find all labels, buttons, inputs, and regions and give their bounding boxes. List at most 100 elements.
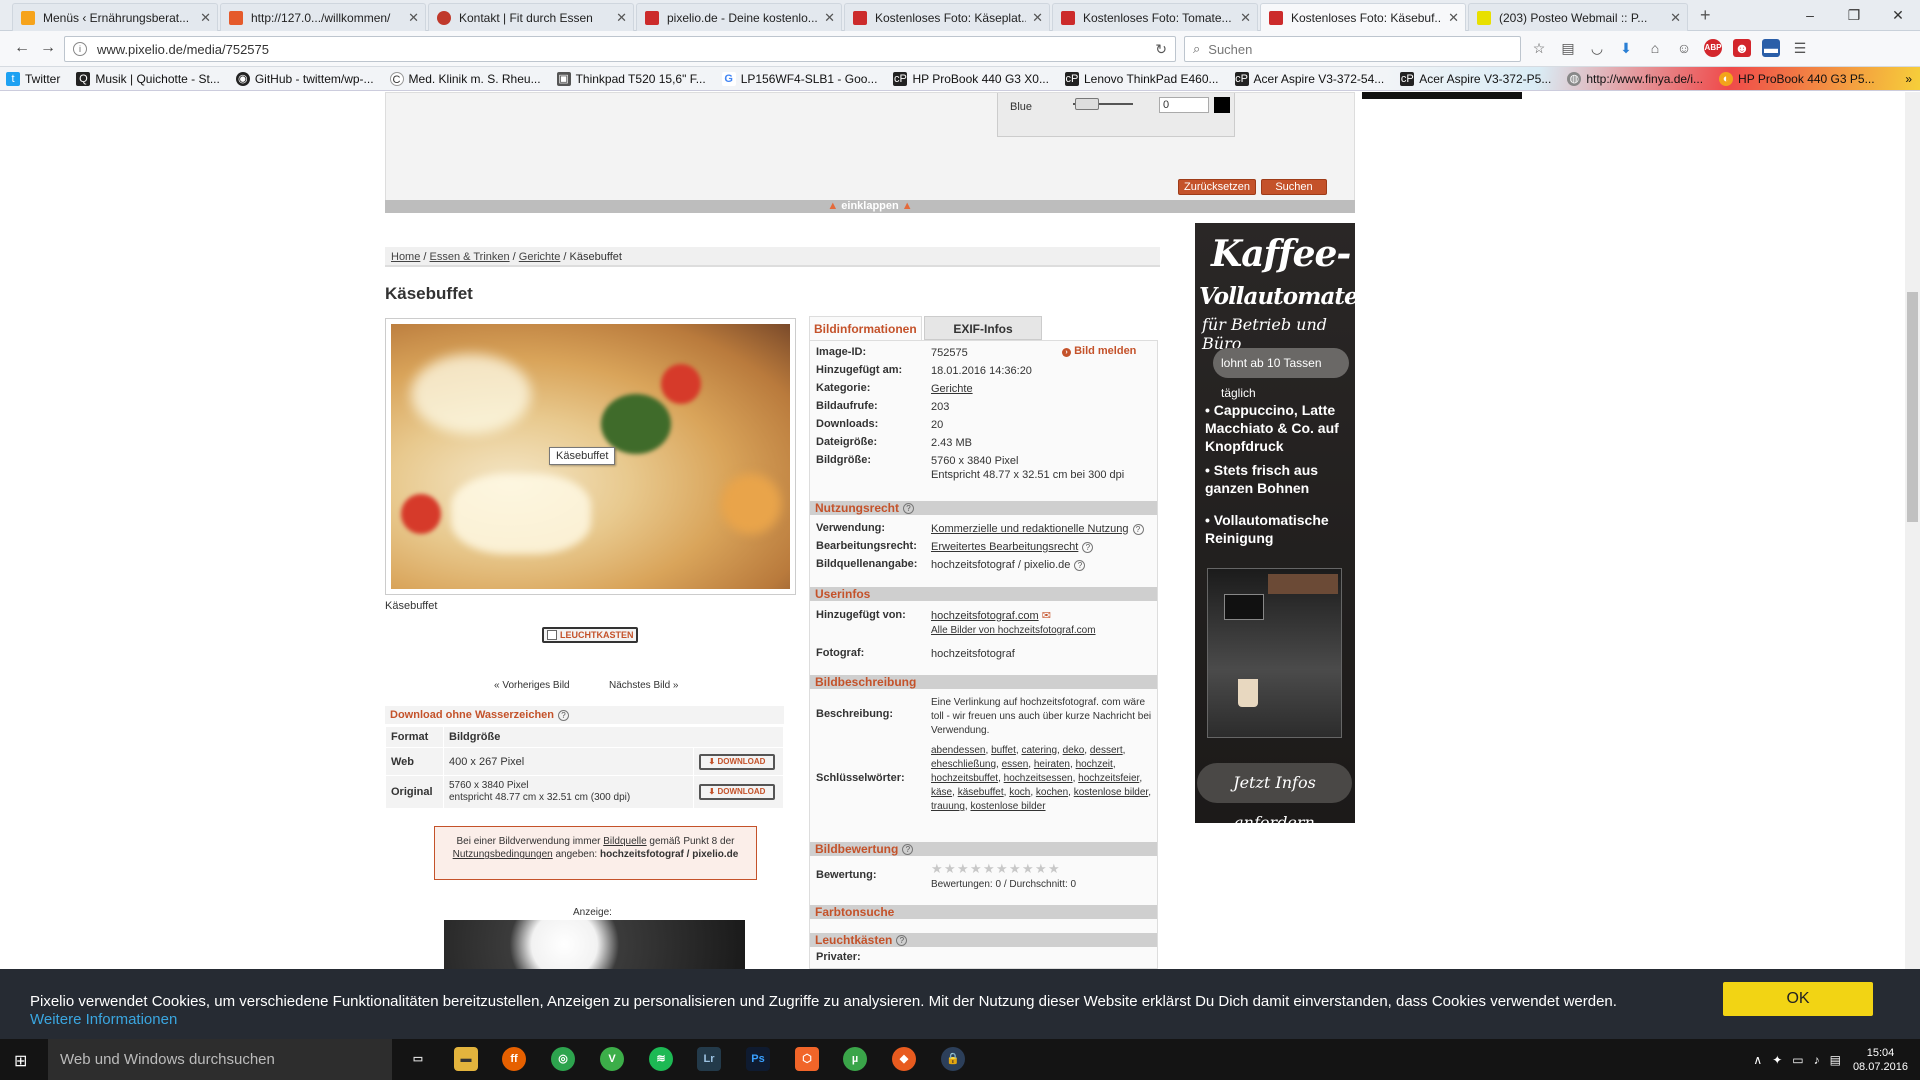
utorrent-icon[interactable]: µ [843, 1047, 867, 1071]
keyword-link[interactable]: buffet [991, 745, 1016, 756]
keyword-link[interactable]: eheschließung [931, 759, 996, 770]
keyword-link[interactable]: deko [1063, 745, 1085, 756]
bookmark-item[interactable]: cP HP ProBook 440 G3 X0... [893, 71, 1049, 86]
menu-icon[interactable]: ☰ [1791, 39, 1809, 57]
breadcrumb-category[interactable]: Essen & Trinken [430, 251, 510, 263]
user-link[interactable]: hochzeitsfotograf.com [931, 610, 1039, 622]
photoshop-icon[interactable]: Ps [746, 1047, 770, 1071]
blue-value-input[interactable]: 0 [1159, 97, 1209, 113]
keyword-link[interactable]: catering [1021, 745, 1057, 756]
all-images-link[interactable]: Alle Bilder von hochzeitsfotograf.com [931, 625, 1096, 636]
bookmark-item[interactable]: ◐ HP ProBook 440 G3 P5... [1719, 71, 1875, 86]
coffee-machine-ad[interactable]: Kaffee- Vollautomaten für Betrieb und Bü… [1195, 223, 1355, 823]
task-view-icon[interactable]: ▭ [406, 1047, 430, 1071]
rating-star-icon[interactable]: ★ [957, 862, 969, 875]
reload-icon[interactable]: ↻ [1155, 41, 1167, 58]
browser-search-input[interactable]: ⌕ Suchen [1184, 36, 1521, 62]
keyword-link[interactable]: hochzeitsbuffet [931, 773, 998, 784]
clock[interactable]: 15:04 08.07.2016 [1853, 1046, 1908, 1074]
close-tab-icon[interactable]: ✕ [616, 10, 627, 26]
help-icon[interactable]: ? [1074, 559, 1086, 571]
keyword-link[interactable]: hochzeitsfeier [1078, 773, 1139, 784]
bookmark-item[interactable]: ◍ http://www.finya.de/i... [1567, 71, 1703, 86]
tray-expand-icon[interactable]: ∧ [1753, 1053, 1762, 1067]
search-button[interactable]: Suchen [1261, 179, 1327, 195]
minimize-icon[interactable]: – [1788, 0, 1832, 31]
collapse-bar[interactable]: ▲ einklappen ▲ [385, 200, 1355, 213]
browser-tab[interactable]: Kostenloses Foto: Käseplat... ✕ [844, 3, 1050, 31]
keyword-link[interactable]: heiraten [1034, 759, 1070, 770]
close-tab-icon[interactable]: ✕ [1448, 10, 1459, 26]
rating-star-icon[interactable]: ★ [1009, 862, 1021, 875]
keyword-link[interactable]: dessert [1090, 745, 1123, 756]
new-tab-icon[interactable]: + [1700, 5, 1711, 26]
lightroom-icon[interactable]: Lr [697, 1047, 721, 1071]
close-tab-icon[interactable]: ✕ [408, 10, 419, 26]
bookmark-item[interactable]: ◉ GitHub - twittem/wp-... [235, 71, 374, 86]
battery-icon[interactable]: ▭ [1792, 1053, 1803, 1067]
rating-star-icon[interactable]: ★ [1035, 862, 1047, 875]
spotify-icon[interactable]: ≋ [649, 1047, 673, 1071]
maximize-icon[interactable]: ❐ [1832, 0, 1876, 31]
category-link[interactable]: Gerichte [931, 382, 1156, 396]
rating-star-icon[interactable]: ★ [983, 862, 995, 875]
reset-button[interactable]: Zurücksetzen [1178, 179, 1256, 195]
file-explorer-icon[interactable]: ▬ [454, 1047, 478, 1071]
home-icon[interactable]: ⌂ [1646, 39, 1664, 57]
keyword-link[interactable]: trauung [931, 801, 965, 812]
egg-pan-ad-image[interactable] [444, 920, 745, 969]
extension-icon[interactable]: ☻ [1733, 39, 1751, 57]
keyword-link[interactable]: abendessen [931, 745, 986, 756]
download-web-button[interactable]: ⬇ DOWNLOAD [699, 753, 775, 770]
close-tab-icon[interactable]: ✕ [824, 10, 835, 26]
taskbar-search[interactable]: Web und Windows durchsuchen [48, 1039, 392, 1080]
tab-exif[interactable]: EXIF-Infos [924, 316, 1042, 340]
browser-tab[interactable]: (203) Posteo Webmail :: P... ✕ [1468, 3, 1688, 31]
help-icon[interactable]: ? [1132, 523, 1144, 535]
breadcrumb-subcategory[interactable]: Gerichte [519, 251, 561, 263]
lightbox-button[interactable]: LEUCHTKASTEN [542, 627, 638, 643]
close-tab-icon[interactable]: ✕ [200, 10, 211, 26]
browser-tab[interactable]: http://127.0.../willkommen/ ✕ [220, 3, 426, 31]
ad-cta-button[interactable]: Jetzt Infos anfordern [1197, 763, 1352, 823]
volume-icon[interactable]: ♪ [1814, 1053, 1820, 1067]
rating-star-icon[interactable]: ★ [1048, 862, 1060, 875]
tab-image-info[interactable]: Bildinformationen [809, 316, 922, 340]
rating-star-icon[interactable]: ★ [970, 862, 982, 875]
keyword-link[interactable]: koch [1009, 787, 1030, 798]
bookmark-item[interactable]: cP Acer Aspire V3-372-P5... [1400, 71, 1551, 86]
bookmark-item[interactable]: C Med. Klinik m. S. Rheu... [389, 71, 541, 86]
rating-star-icon[interactable]: ★ [996, 862, 1008, 875]
chat-icon[interactable]: ☺ [1675, 39, 1693, 57]
help-icon[interactable]: ? [902, 844, 914, 856]
close-tab-icon[interactable]: ✕ [1240, 10, 1251, 26]
more-bookmarks-icon[interactable]: » [1905, 72, 1912, 86]
keyword-link[interactable]: kostenlose bilder [970, 801, 1045, 812]
back-icon[interactable]: ← [14, 39, 30, 57]
downloads-icon[interactable]: ⬇ [1617, 39, 1635, 57]
notifications-icon[interactable]: ▤ [1830, 1053, 1841, 1067]
breadcrumb-home[interactable]: Home [391, 251, 420, 263]
keyword-link[interactable]: hochzeit [1076, 759, 1113, 770]
url-bar[interactable]: i www.pixelio.de/media/752575 ↻ [64, 36, 1176, 62]
adblock-icon[interactable]: ABP [1704, 39, 1722, 57]
mail-icon[interactable]: ✉ [1042, 610, 1051, 622]
browser-tab[interactable]: Kostenloses Foto: Tomate... ✕ [1052, 3, 1258, 31]
cookie-ok-button[interactable]: OK [1723, 982, 1873, 1016]
keyword-link[interactable]: kochen [1036, 787, 1068, 798]
bookmarks-library-icon[interactable]: ▤ [1559, 39, 1577, 57]
network-icon[interactable]: ✦ [1772, 1053, 1782, 1067]
firefox-icon[interactable]: ff [502, 1047, 526, 1071]
close-window-icon[interactable]: ✕ [1876, 0, 1920, 31]
terms-link[interactable]: Nutzungsbedingungen [453, 849, 553, 860]
rating-star-icon[interactable]: ★ [944, 862, 956, 875]
help-icon[interactable]: ? [896, 935, 908, 947]
next-image-link[interactable]: Nächstes Bild » [609, 680, 678, 691]
extension-flag-icon[interactable]: ▬ [1762, 39, 1780, 57]
keyword-link[interactable]: essen [1002, 759, 1029, 770]
keepass-icon[interactable]: 🔒 [941, 1047, 965, 1071]
windows-start-icon[interactable]: ⊞ [14, 1051, 27, 1071]
bookmark-item[interactable]: cP Acer Aspire V3-372-54... [1234, 71, 1384, 86]
help-icon[interactable]: ? [558, 709, 570, 721]
scrollbar-thumb[interactable] [1907, 292, 1918, 522]
